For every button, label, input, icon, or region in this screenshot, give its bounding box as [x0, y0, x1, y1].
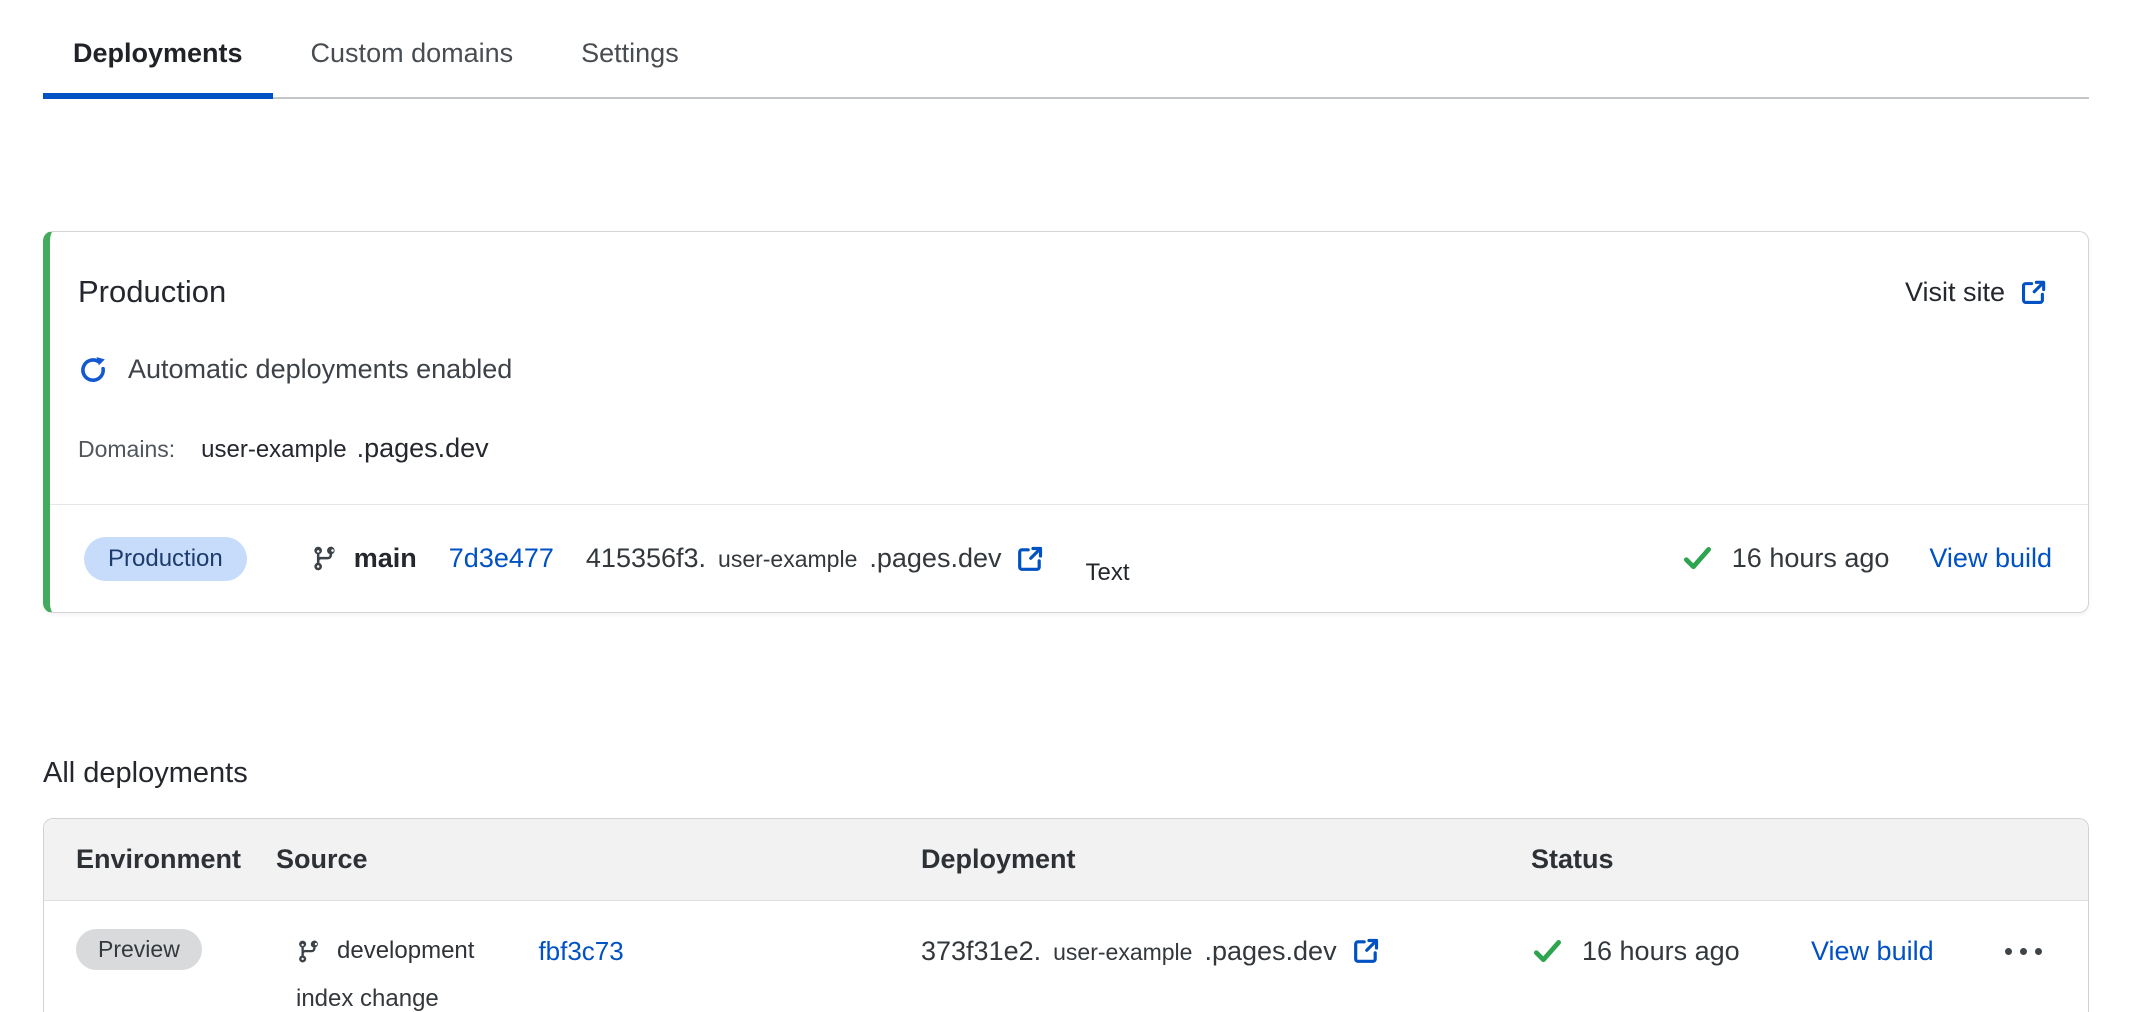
domains-label: Domains: — [78, 436, 175, 463]
deployment-url-suffix: .pages.dev — [869, 543, 1001, 574]
environment-badge-production: Production — [84, 537, 247, 581]
tab-bar: Deployments Custom domains Settings — [43, 0, 2089, 99]
deployment-url: 373f31e2. user-example .pages.dev — [921, 936, 1381, 967]
commit-message: index change — [296, 985, 921, 1012]
production-card-title: Production — [78, 274, 226, 310]
production-deployment-row: Production main 7d3e477 415356f3. user-e… — [50, 504, 2088, 612]
check-icon — [1681, 542, 1714, 575]
production-card-info: Production Visit site — [50, 232, 2088, 504]
pages-project-page: Deployments Custom domains Settings Prod… — [0, 0, 2132, 1012]
domain-suffix: .pages.dev — [357, 433, 489, 464]
external-link-icon[interactable] — [1351, 936, 1381, 966]
branch-name: main — [354, 543, 417, 574]
deployment-time: 16 hours ago — [1582, 936, 1740, 967]
column-header-status: Status — [1531, 844, 2088, 875]
deployment-cell: 373f31e2. user-example .pages.dev — [921, 929, 1531, 973]
status-cell: 16 hours ago View build — [1531, 929, 2088, 973]
table-header-row: Environment Source Deployment Status — [44, 819, 2088, 901]
check-icon — [1531, 935, 1564, 968]
deployment-url-prefix: 415356f3. — [586, 543, 706, 574]
production-row-status: 16 hours ago View build — [1681, 542, 2052, 575]
deployment-url: 415356f3. user-example .pages.dev — [586, 543, 1046, 574]
auto-deployments-text: Automatic deployments enabled — [128, 354, 512, 385]
deployments-table: Environment Source Deployment Status Pre… — [43, 818, 2089, 1012]
branch-group: main — [311, 543, 417, 574]
production-domain: user-example .pages.dev — [201, 433, 489, 464]
commit-message-note: Text — [1085, 559, 1129, 587]
deployment-time: 16 hours ago — [1732, 543, 1890, 574]
environment-cell: Preview — [44, 929, 276, 1012]
table-row: Preview development fbf3c73 index change… — [44, 901, 2088, 1012]
visit-site-link[interactable]: Visit site — [1905, 277, 2048, 308]
view-build-link[interactable]: View build — [1811, 936, 1934, 967]
status-group: 16 hours ago — [1531, 935, 1740, 968]
production-card: Production Visit site — [43, 231, 2089, 613]
commit-hash-link[interactable]: fbf3c73 — [538, 936, 623, 967]
deployment-url-suffix: .pages.dev — [1204, 936, 1336, 967]
git-branch-icon — [311, 545, 338, 572]
external-link-icon[interactable] — [1015, 544, 1045, 574]
tab-settings[interactable]: Settings — [551, 38, 709, 97]
column-header-environment: Environment — [44, 844, 276, 875]
refresh-icon — [78, 355, 108, 385]
deployment-url-name: user-example — [1053, 939, 1192, 966]
environment-badge-preview: Preview — [76, 929, 202, 970]
branch-name: development — [337, 937, 474, 965]
deployment-url-name: user-example — [718, 546, 857, 573]
column-header-source: Source — [276, 844, 921, 875]
column-header-deployment: Deployment — [921, 844, 1531, 875]
tab-custom-domains[interactable]: Custom domains — [281, 38, 544, 97]
visit-site-label: Visit site — [1905, 277, 2005, 308]
deployment-url-prefix: 373f31e2. — [921, 936, 1041, 967]
all-deployments-title: All deployments — [43, 757, 2089, 790]
tab-deployments[interactable]: Deployments — [43, 38, 273, 97]
ellipsis-menu-icon[interactable] — [2005, 948, 2042, 955]
domain-name: user-example — [201, 436, 346, 464]
view-build-link[interactable]: View build — [1929, 543, 2052, 574]
commit-hash-link[interactable]: 7d3e477 — [449, 543, 554, 574]
external-link-icon — [2019, 278, 2048, 307]
git-branch-icon — [296, 939, 321, 964]
source-cell: development fbf3c73 index change — [276, 929, 921, 1012]
